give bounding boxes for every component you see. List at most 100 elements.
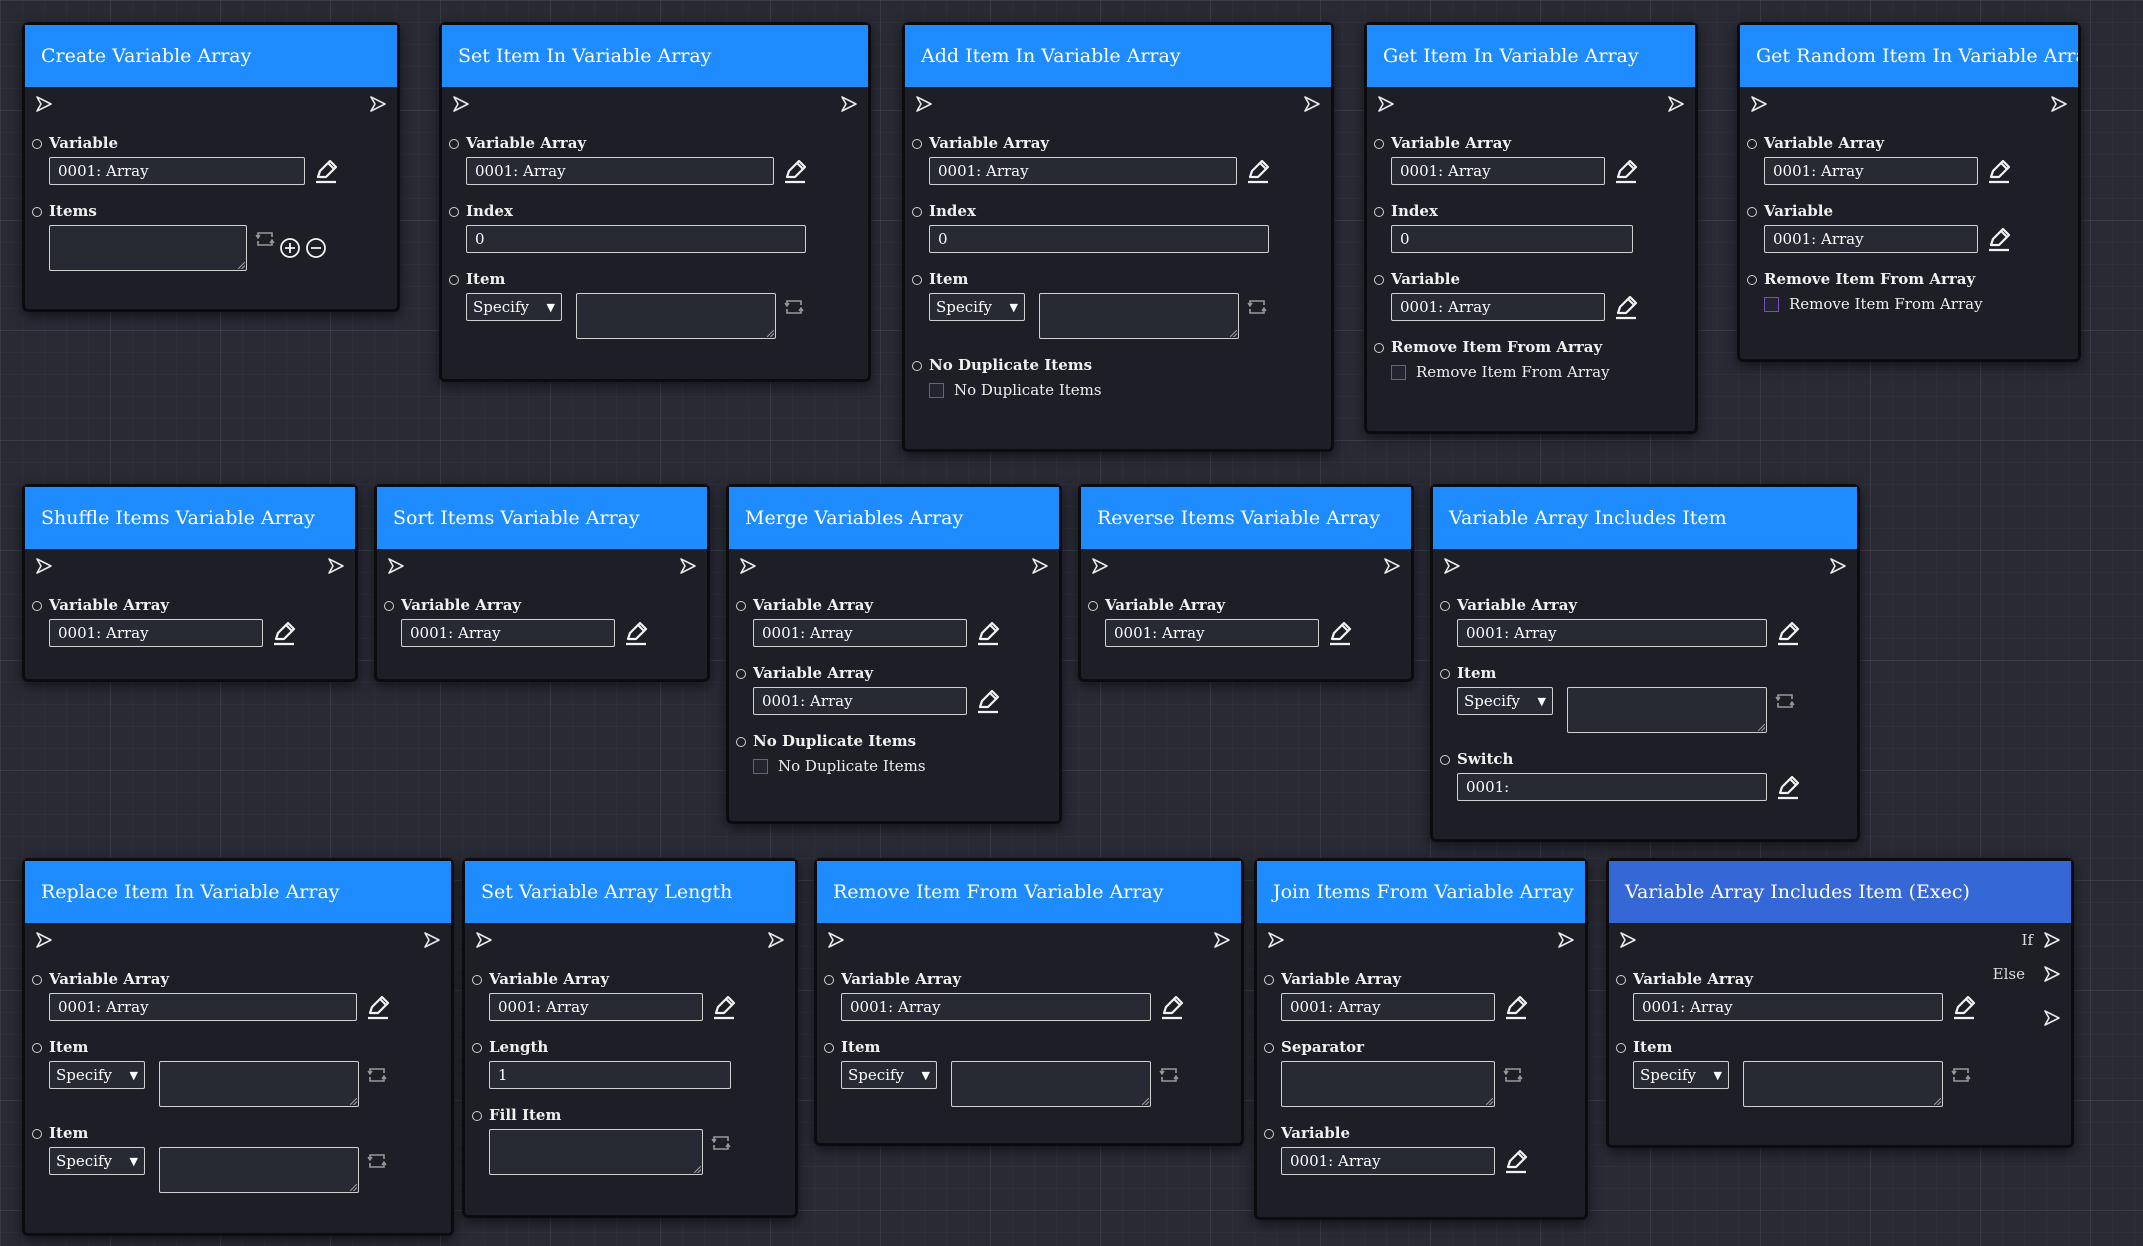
node-title[interactable]: Merge Variables Array	[729, 487, 1059, 549]
pin-icon[interactable]	[32, 139, 42, 149]
node-title[interactable]: Variable Array Includes Item (Exec)	[1609, 861, 2071, 923]
pin-icon[interactable]	[1088, 601, 1098, 611]
pin-icon[interactable]	[1374, 207, 1384, 217]
item-textarea[interactable]	[951, 1061, 1151, 1107]
pin-icon[interactable]	[1747, 139, 1757, 149]
variable-field[interactable]: 0001: Array	[1764, 225, 1978, 253]
node-variable-array-includes-item-exec[interactable]: Variable Array Includes Item (Exec) If E…	[1606, 858, 2074, 1148]
item-textarea[interactable]	[576, 293, 776, 339]
pencil-icon[interactable]	[1613, 294, 1639, 320]
exec-in-icon[interactable]	[387, 557, 405, 575]
variable-array-field[interactable]: 0001: Array	[1105, 619, 1319, 647]
pencil-icon[interactable]	[1613, 158, 1639, 184]
exec-out-icon[interactable]	[369, 95, 387, 113]
node-join-items-from-variable-array[interactable]: Join Items From Variable Array Variable …	[1254, 858, 1588, 1220]
node-merge-variables-array[interactable]: Merge Variables Array Variable Array 000…	[726, 484, 1062, 824]
pin-icon[interactable]	[32, 975, 42, 985]
variable-array-field[interactable]: 0001: Array	[753, 619, 967, 647]
pencil-icon[interactable]	[1986, 158, 2012, 184]
node-sort-items-variable-array[interactable]: Sort Items Variable Array Variable Array…	[374, 484, 710, 682]
exec-out-icon[interactable]	[1383, 557, 1401, 575]
checkbox-label[interactable]: No Duplicate Items	[778, 757, 926, 775]
variable-array-field[interactable]: 0001: Array	[49, 993, 357, 1021]
item-textarea[interactable]	[1567, 687, 1767, 733]
exec-in-icon[interactable]	[452, 95, 470, 113]
item-type-select[interactable]: Specify ▼	[929, 293, 1025, 321]
link-icon[interactable]	[1951, 1065, 1971, 1085]
link-icon[interactable]	[1247, 297, 1267, 317]
node-title[interactable]: Sort Items Variable Array	[377, 487, 707, 549]
pencil-icon[interactable]	[1503, 994, 1529, 1020]
index-field[interactable]: 0	[1391, 225, 1633, 253]
exec-out-icon[interactable]	[1213, 931, 1231, 949]
variable-array-field[interactable]: 0001: Array	[1633, 993, 1943, 1021]
node-title[interactable]: Replace Item In Variable Array	[25, 861, 451, 923]
index-field[interactable]: 0	[929, 225, 1269, 253]
pin-icon[interactable]	[824, 1043, 834, 1053]
node-title[interactable]: Remove Item From Variable Array	[817, 861, 1241, 923]
node-title[interactable]: Shuffle Items Variable Array	[25, 487, 355, 549]
variable-array-field[interactable]: 0001: Array	[49, 619, 263, 647]
exec-in-icon[interactable]	[1619, 931, 1637, 949]
index-field[interactable]: 0	[466, 225, 806, 253]
pencil-icon[interactable]	[1159, 994, 1185, 1020]
node-get-random-item-in-variable-array[interactable]: Get Random Item In Variable Array Variab…	[1737, 22, 2081, 362]
remove-item-checkbox[interactable]	[1391, 364, 1406, 380]
link-icon[interactable]	[1503, 1065, 1523, 1085]
link-icon[interactable]	[367, 1065, 387, 1085]
pin-icon[interactable]	[1440, 669, 1450, 679]
item-type-select[interactable]: Specify ▼	[1457, 687, 1553, 715]
pencil-icon[interactable]	[1775, 620, 1801, 646]
item-textarea[interactable]	[159, 1061, 359, 1107]
item-type-select[interactable]: Specify ▼	[841, 1061, 937, 1089]
pin-icon[interactable]	[1440, 601, 1450, 611]
pencil-icon[interactable]	[1775, 774, 1801, 800]
pin-icon[interactable]	[1616, 975, 1626, 985]
exec-in-icon[interactable]	[1750, 95, 1768, 113]
node-title[interactable]: Create Variable Array	[25, 25, 397, 87]
node-create-variable-array[interactable]: Create Variable Array Variable 0001: Arr…	[22, 22, 400, 312]
pin-icon[interactable]	[1440, 755, 1450, 765]
node-reverse-items-variable-array[interactable]: Reverse Items Variable Array Variable Ar…	[1078, 484, 1414, 682]
exec-out-icon[interactable]	[679, 557, 697, 575]
item-textarea[interactable]	[1743, 1061, 1943, 1107]
link-icon[interactable]	[367, 1151, 387, 1171]
node-shuffle-items-variable-array[interactable]: Shuffle Items Variable Array Variable Ar…	[22, 484, 358, 682]
pin-icon[interactable]	[1747, 207, 1757, 217]
exec-out-icon[interactable]	[1557, 931, 1575, 949]
item-textarea[interactable]	[159, 1147, 359, 1193]
no-duplicate-checkbox[interactable]	[929, 382, 944, 398]
pin-icon[interactable]	[32, 601, 42, 611]
variable-field[interactable]: 0001: Array	[49, 157, 305, 185]
separator-textarea[interactable]	[1281, 1061, 1495, 1107]
pin-icon[interactable]	[472, 1043, 482, 1053]
variable-array-field[interactable]: 0001: Array	[929, 157, 1237, 185]
pencil-icon[interactable]	[313, 158, 339, 184]
remove-circle-icon[interactable]	[305, 237, 327, 259]
item-textarea[interactable]	[1039, 293, 1239, 339]
item-type-select[interactable]: Specify ▼	[466, 293, 562, 321]
node-title[interactable]: Reverse Items Variable Array	[1081, 487, 1411, 549]
items-textarea[interactable]	[49, 225, 247, 271]
pencil-icon[interactable]	[1327, 620, 1353, 646]
node-title[interactable]: Add Item In Variable Array	[905, 25, 1331, 87]
node-set-variable-array-length[interactable]: Set Variable Array Length Variable Array…	[462, 858, 798, 1218]
exec-out-icon[interactable]	[840, 95, 858, 113]
exec-out-icon[interactable]	[327, 557, 345, 575]
node-remove-item-from-variable-array[interactable]: Remove Item From Variable Array Variable…	[814, 858, 1244, 1146]
pin-icon[interactable]	[1264, 1129, 1274, 1139]
variable-field[interactable]: 0001: Array	[1391, 293, 1605, 321]
exec-out-icon[interactable]	[1031, 557, 1049, 575]
checkbox-label[interactable]: Remove Item From Array	[1416, 363, 1610, 381]
exec-in-icon[interactable]	[35, 95, 53, 113]
pin-icon[interactable]	[736, 601, 746, 611]
node-title[interactable]: Set Variable Array Length	[465, 861, 795, 923]
node-title[interactable]: Variable Array Includes Item	[1433, 487, 1857, 549]
pencil-icon[interactable]	[1503, 1148, 1529, 1174]
exec-out-if-icon[interactable]	[2043, 931, 2061, 949]
exec-out-icon[interactable]	[1667, 95, 1685, 113]
pencil-icon[interactable]	[1986, 226, 2012, 252]
node-set-item-in-variable-array[interactable]: Set Item In Variable Array Variable Arra…	[439, 22, 871, 382]
pin-icon[interactable]	[1374, 275, 1384, 285]
pencil-icon[interactable]	[271, 620, 297, 646]
